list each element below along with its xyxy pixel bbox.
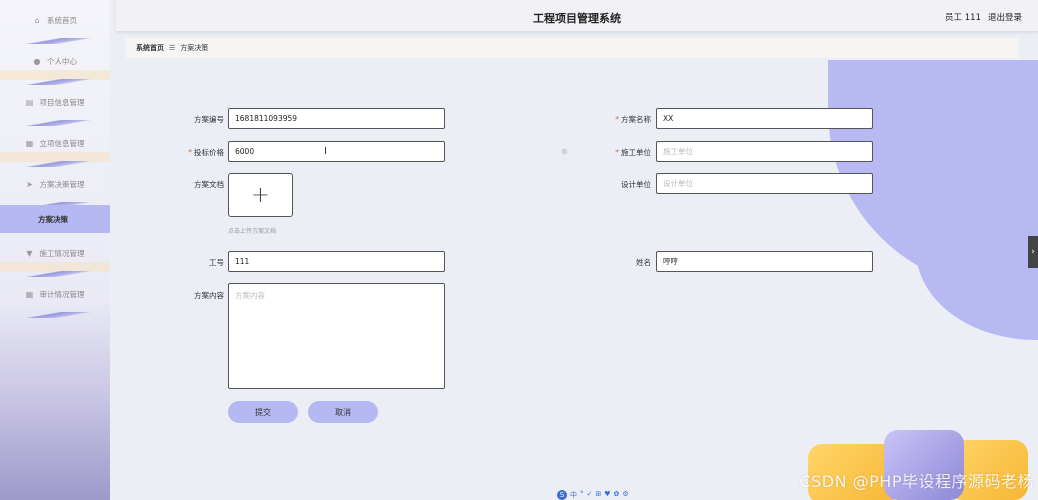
- plus-icon: +: [251, 182, 270, 208]
- plan-no-label: 方案编号: [194, 115, 224, 124]
- sidebar-item-label: 系统首页: [47, 16, 77, 25]
- plan-content-textarea[interactable]: 方案内容: [228, 283, 445, 389]
- send-icon: ➤: [26, 179, 33, 189]
- clipboard-icon: ▤: [25, 97, 34, 107]
- breadcrumb-separator-icon: ☰: [169, 44, 176, 52]
- breadcrumb-home[interactable]: 系统首页: [136, 43, 164, 53]
- ime-heart-icon[interactable]: ♥: [604, 490, 610, 500]
- plan-name-input[interactable]: XX: [656, 108, 873, 129]
- sidebar-item-plan-decision-mgmt[interactable]: ➤ 方案决策管理: [0, 164, 110, 208]
- sidebar-item-home[interactable]: ⌂ 系统首页: [0, 0, 110, 44]
- sidebar-item-label: 项目信息管理: [39, 98, 85, 107]
- sidebar-item-approval-info[interactable]: ▦ 立项信息管理: [0, 123, 110, 167]
- employee-no-label: 工号: [209, 258, 224, 267]
- logout-link[interactable]: 退出登录: [988, 11, 1022, 23]
- cancel-button[interactable]: 取消: [308, 401, 378, 423]
- breadcrumb-current: 方案决策: [180, 44, 209, 52]
- grid-icon: ▦: [25, 289, 34, 299]
- sidebar-item-profile[interactable]: ● 个人中心: [0, 41, 110, 85]
- app-title: 工程项目管理系统: [533, 12, 621, 25]
- upload-hint: 点击上传方案文档: [228, 228, 277, 235]
- sidebar-item-label: 施工情况管理: [39, 249, 85, 258]
- name-label: 姓名: [636, 258, 651, 267]
- plan-content-label: 方案内容: [194, 291, 224, 300]
- ime-skin-icon[interactable]: ✿: [614, 490, 620, 500]
- home-icon: ⌂: [34, 15, 40, 25]
- ime-punct-icon[interactable]: °: [580, 490, 584, 500]
- breadcrumb: 系统首页 ☰ 方案决策: [126, 38, 1018, 58]
- name-input[interactable]: 哼哼: [656, 251, 873, 272]
- ime-keyboard-icon[interactable]: ⊞: [595, 490, 601, 500]
- watermark: CSDN @PHP毕设程序源码老杨: [799, 472, 1034, 491]
- sidebar-subitem-plan-decision[interactable]: 方案决策: [0, 205, 110, 233]
- sidebar: ⌂ 系统首页 ● 个人中心 ▤ 项目信息管理 ▦ 立项信息管理 ➤ 方案决策管理…: [0, 0, 110, 500]
- plan-document-label: 方案文档: [194, 180, 224, 189]
- chevron-right-icon[interactable]: ›: [1028, 236, 1038, 268]
- employee-no-input[interactable]: 111: [228, 251, 445, 272]
- sidebar-item-construction[interactable]: ▼ 施工情况管理: [0, 233, 110, 277]
- text-cursor-icon: I: [324, 146, 327, 157]
- sidebar-item-audit[interactable]: ▦ 审计情况管理: [0, 274, 110, 318]
- construction-unit-input[interactable]: 施工单位: [656, 141, 873, 162]
- sidebar-item-project-info[interactable]: ▤ 项目信息管理: [0, 82, 110, 126]
- bid-price-input[interactable]: 6000: [228, 141, 445, 162]
- grid-icon: ▦: [25, 138, 34, 148]
- user-icon: ●: [33, 56, 41, 66]
- upload-button[interactable]: +: [228, 173, 293, 217]
- sidebar-item-label: 审计情况管理: [39, 290, 85, 299]
- plan-name-label: * 方案名称: [615, 115, 651, 124]
- sidebar-item-label: 方案决策: [38, 214, 68, 224]
- user-area: 员工 111 退出登录: [945, 11, 1022, 23]
- ime-toolbar: S 中 ° ✓ ⊞ ♥ ✿ ⚙: [557, 490, 629, 500]
- sidebar-item-label: 个人中心: [47, 57, 77, 66]
- design-unit-label: 设计单位: [621, 180, 651, 189]
- user-label: 员工 111: [945, 13, 981, 23]
- top-header: 工程项目管理系统 员工 111 退出登录: [116, 0, 1038, 32]
- sidebar-item-label: 立项信息管理: [39, 139, 85, 148]
- ime-lang-icon[interactable]: 中: [570, 490, 577, 500]
- construction-unit-label: * 施工单位: [615, 148, 651, 157]
- ime-logo-icon[interactable]: S: [557, 490, 567, 500]
- ime-check-icon[interactable]: ✓: [587, 490, 593, 500]
- design-unit-input[interactable]: 设计单位: [656, 173, 873, 194]
- sidebar-item-label: 方案决策管理: [39, 180, 85, 189]
- hammer-icon: ▼: [26, 248, 33, 258]
- plan-no-input[interactable]: 1681811093959: [228, 108, 445, 129]
- submit-button[interactable]: 提交: [228, 401, 298, 423]
- ime-settings-icon[interactable]: ⚙: [622, 490, 628, 500]
- bid-price-label: * 投标价格: [188, 148, 224, 157]
